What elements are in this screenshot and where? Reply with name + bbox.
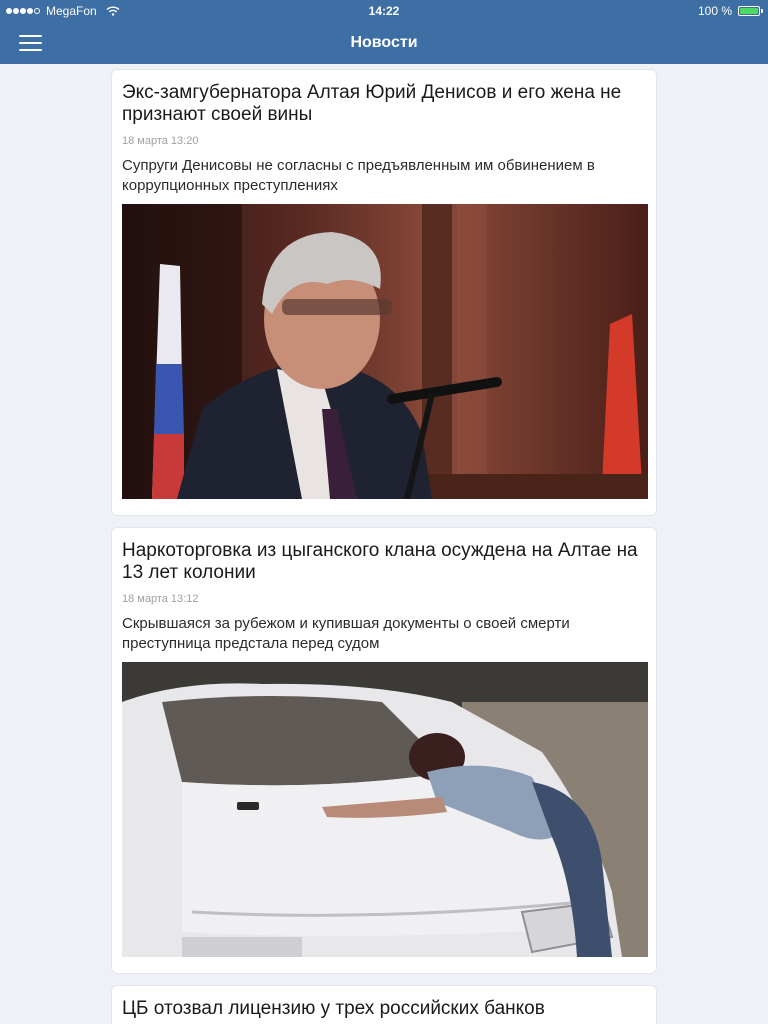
status-bar: MegaFon 14:22 100 % — [0, 0, 768, 22]
news-feed: Экс-замгубернатора Алтая Юрий Денисов и … — [111, 69, 657, 1024]
news-date: 18 марта 13:12 — [122, 593, 199, 605]
news-lead: Супруги Денисовы не согласны с предъявле… — [122, 157, 595, 194]
news-photo[interactable] — [122, 662, 648, 957]
news-card[interactable]: ЦБ отозвал лицензию у трех российских ба… — [111, 985, 657, 1024]
news-date: 18 марта 13:20 — [122, 135, 199, 147]
battery-level — [740, 8, 758, 14]
battery-icon — [738, 6, 763, 16]
status-time: 14:22 — [368, 4, 400, 18]
news-card[interactable]: Наркоторговка из цыганского клана осужде… — [111, 527, 657, 974]
news-photo[interactable] — [122, 204, 648, 499]
app-header: MegaFon 14:22 100 % Новости — [0, 0, 768, 64]
battery-percent: 100 % — [697, 4, 732, 18]
news-lead: Скрывшаяся за рубежом и купившая докумен… — [122, 615, 570, 652]
news-title[interactable]: Наркоторговка из цыганского клана осужде… — [122, 540, 646, 584]
news-title[interactable]: Экс-замгубернатора Алтая Юрий Денисов и … — [122, 82, 646, 126]
page-title: Новости — [350, 34, 418, 51]
news-title[interactable]: ЦБ отозвал лицензию у трех российских ба… — [122, 998, 646, 1020]
navigation-bar: Новости — [0, 22, 768, 64]
news-card[interactable]: Экс-замгубернатора Алтая Юрий Денисов и … — [111, 69, 657, 516]
status-battery-group: 100 % — [697, 4, 763, 18]
